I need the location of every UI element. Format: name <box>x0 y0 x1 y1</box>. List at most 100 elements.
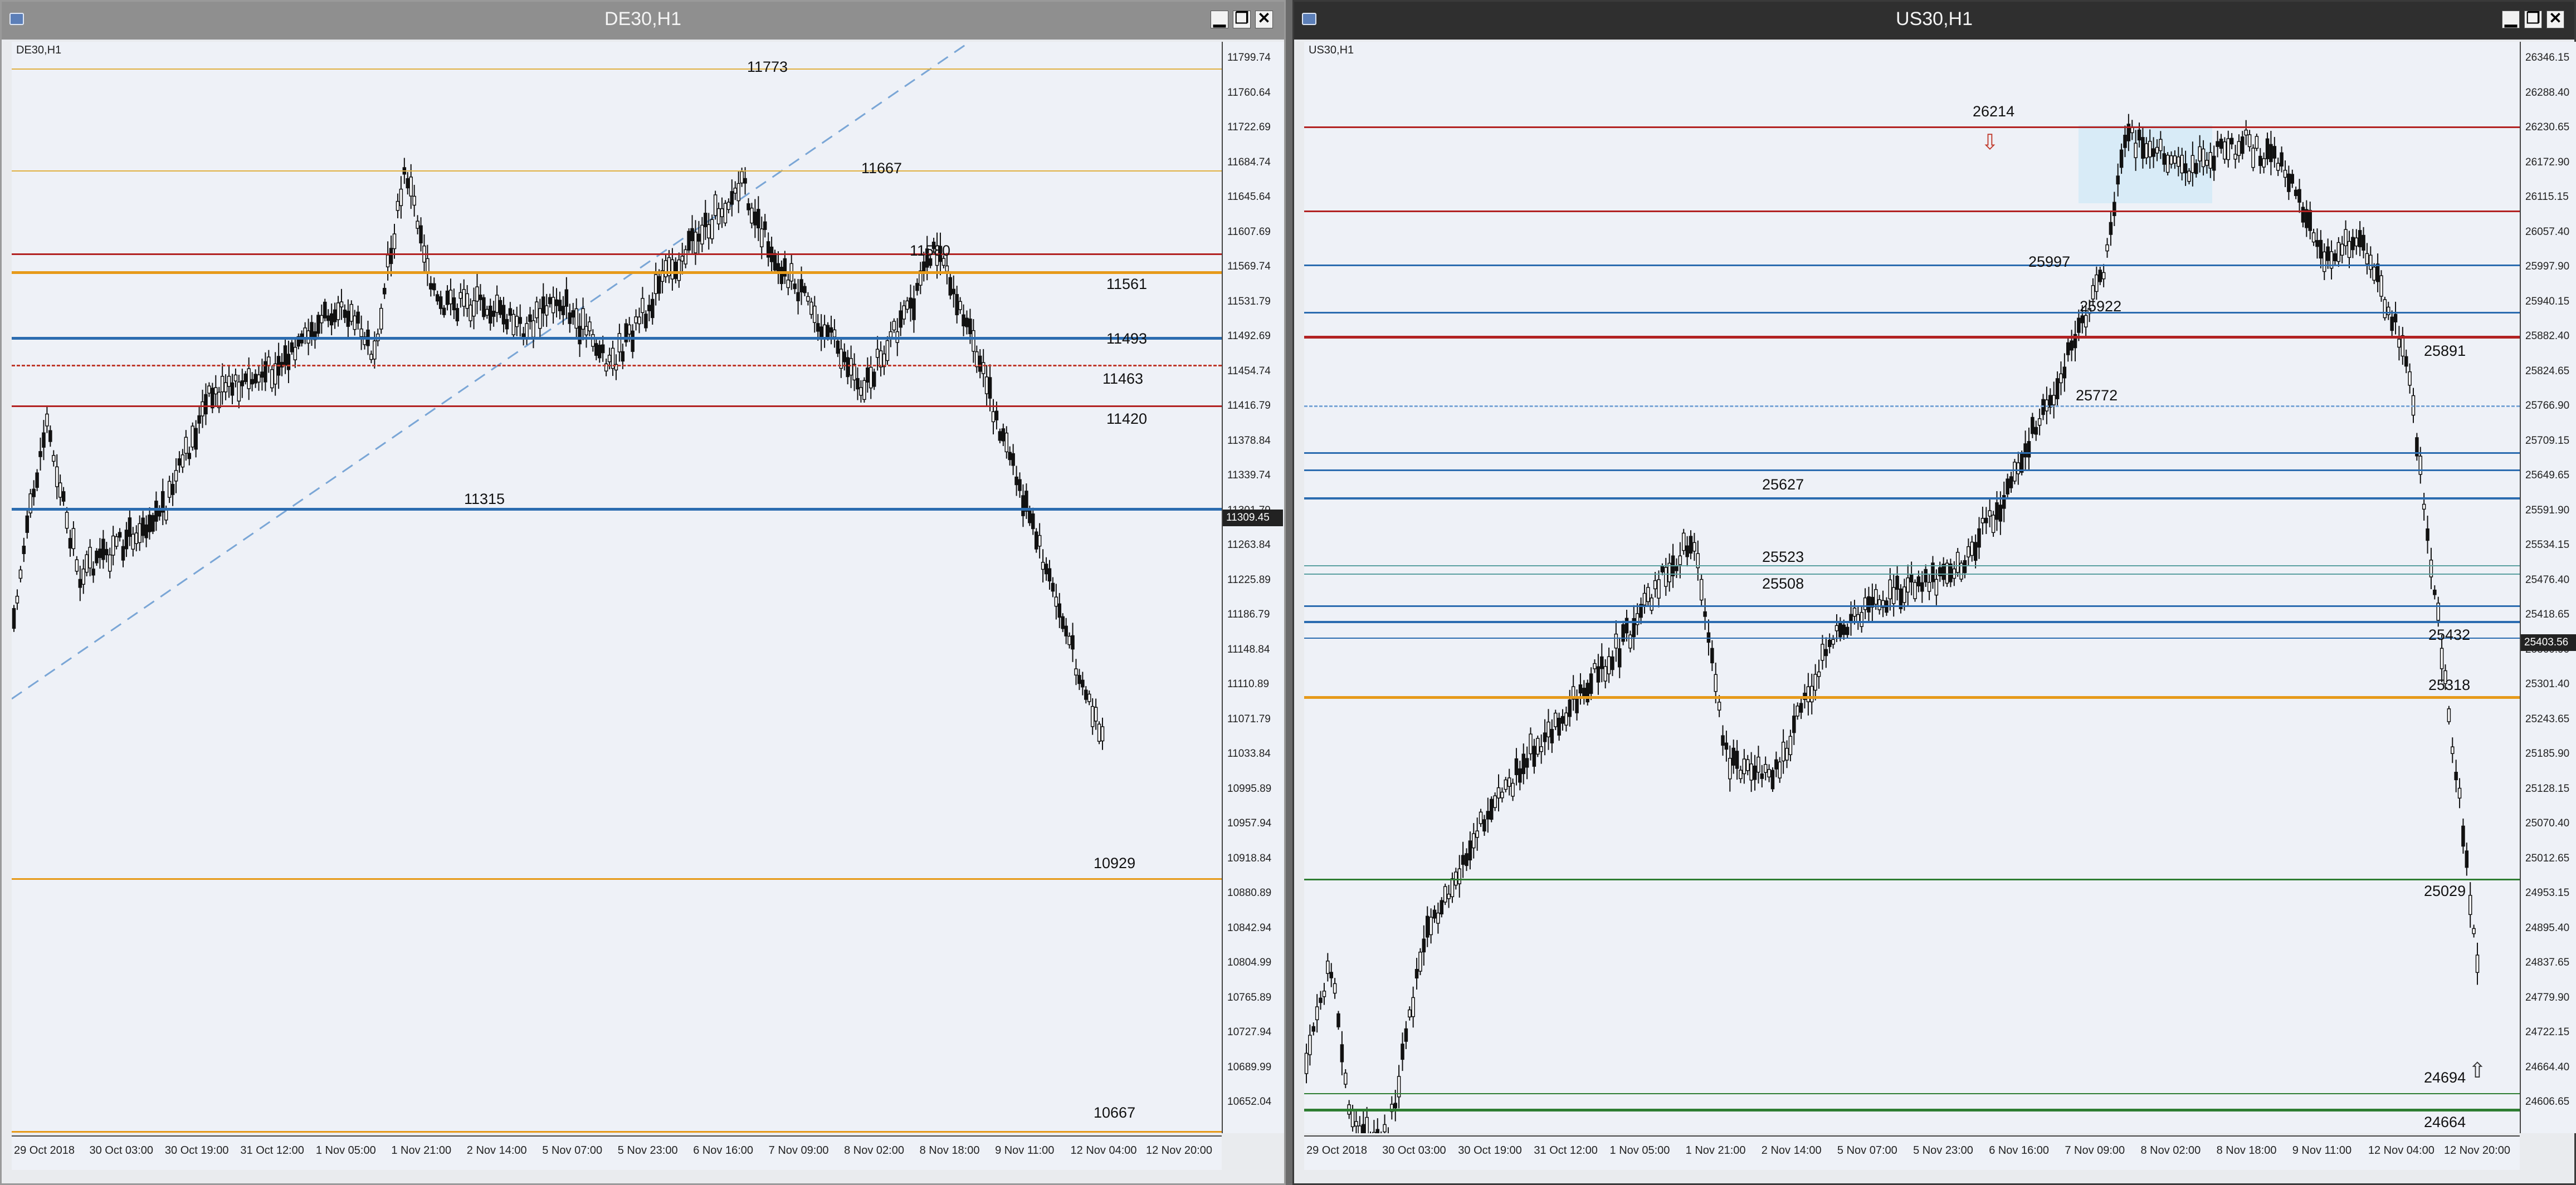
candle-body <box>945 265 949 272</box>
candle-body <box>713 194 718 216</box>
candle-body <box>813 305 817 323</box>
level-line[interactable] <box>1304 405 2520 407</box>
candle-body <box>1852 608 1857 617</box>
level-line[interactable] <box>12 405 1222 407</box>
level-label: 11463 <box>1102 370 1144 387</box>
time-axis[interactable]: 29 Oct 2018 30 Oct 03:00 30 Oct 19:00 31 Oc… <box>1304 1135 2520 1170</box>
candle-body <box>1970 541 1974 556</box>
level-line[interactable] <box>12 337 1222 340</box>
candle-body <box>2305 209 2309 228</box>
level-line[interactable] <box>1304 879 2520 880</box>
level-line[interactable] <box>1304 696 2520 699</box>
window-titlebar[interactable]: US30,H1 ▁ ❐ ✕ <box>1294 2 2574 40</box>
candle-body <box>386 254 390 268</box>
candle-body <box>922 261 926 272</box>
level-line[interactable] <box>12 170 1222 172</box>
candle-body <box>1600 656 1604 669</box>
candle-body <box>1100 726 1105 742</box>
candle-body <box>535 301 539 319</box>
price-tick-label: 11339.74 <box>1227 469 1271 481</box>
level-line[interactable] <box>1304 452 2520 454</box>
candle-body <box>283 345 287 366</box>
candle-body <box>747 203 750 210</box>
price-axis[interactable]: 11799.74 11760.64 11722.69 11684.74 11645.64… <box>1222 42 1284 1133</box>
candle-body <box>541 296 545 314</box>
candle-body <box>257 374 261 383</box>
restore-button[interactable]: ❐ <box>2524 9 2542 28</box>
level-line[interactable] <box>1304 574 2520 575</box>
level-line[interactable] <box>12 365 1222 366</box>
candle-body <box>899 310 902 328</box>
candle-body <box>2208 152 2213 169</box>
candle-body <box>243 373 247 382</box>
level-line[interactable] <box>1304 265 2520 266</box>
candle-body <box>240 380 245 386</box>
candle-body <box>1529 733 1533 755</box>
level-line[interactable] <box>1304 638 2520 639</box>
minimize-button[interactable]: ▁ <box>2502 9 2520 28</box>
candle-body <box>1440 900 1444 914</box>
candle-body <box>508 308 513 316</box>
level-line[interactable] <box>12 271 1222 274</box>
level-line[interactable] <box>1304 336 2520 339</box>
candle-body <box>98 549 102 559</box>
candle-body <box>2148 140 2152 158</box>
candle-body <box>1785 748 1789 761</box>
level-line[interactable] <box>1304 312 2520 314</box>
time-tick-label: 5 Nov 23:00 <box>617 1144 678 1157</box>
price-tick-label: 10957.94 <box>1227 817 1272 829</box>
candle-body <box>1724 742 1729 750</box>
price-tick-label: 26057.40 <box>2525 226 2570 238</box>
close-button[interactable]: ✕ <box>2546 9 2564 28</box>
candle-body <box>180 454 185 468</box>
level-line[interactable] <box>12 253 1222 255</box>
candle-body <box>1539 746 1543 752</box>
price-tick-label: 25070.40 <box>2525 817 2570 829</box>
level-line[interactable] <box>1304 565 2520 566</box>
candle-body <box>2297 189 2301 203</box>
level-line[interactable] <box>12 878 1222 880</box>
candle-body <box>1308 1035 1312 1055</box>
level-line[interactable] <box>1304 126 2520 128</box>
candle-body <box>1845 626 1850 635</box>
price-axis[interactable]: 26346.15 26288.40 26230.65 26172.90 26115.15… <box>2520 42 2576 1133</box>
time-tick-label: 5 Nov 23:00 <box>1913 1144 1973 1157</box>
level-line[interactable] <box>12 1131 1222 1133</box>
chart-window-us30[interactable]: US30,H1 ▁ ❐ ✕ US30,H1 26214 ⇩ 25997 2592… <box>1292 0 2576 1185</box>
candle-body <box>2244 129 2248 136</box>
candle-body <box>2066 342 2070 355</box>
candle-body <box>684 249 687 265</box>
minimize-button[interactable]: ▁ <box>1211 9 1228 28</box>
price-chart-area[interactable]: US30,H1 26214 ⇩ 25997 25922 25891 25772 … <box>1304 42 2520 1133</box>
price-tick-label: 25649.65 <box>2525 469 2570 481</box>
chart-window-de30[interactable]: DE30,H1 ▁ ❐ ✕ DE30,H1 11773 11667 11580 … <box>0 0 1286 1185</box>
candle-body <box>1344 1073 1348 1085</box>
level-line[interactable] <box>1304 469 2520 471</box>
restore-button[interactable]: ❐ <box>1233 9 1251 28</box>
candle-body <box>2454 771 2458 781</box>
level-line[interactable] <box>12 68 1222 70</box>
candle-body <box>286 354 291 370</box>
candle-body <box>2433 589 2437 595</box>
time-axis[interactable]: 29 Oct 2018 30 Oct 03:00 30 Oct 19:00 31 Oc… <box>12 1135 1222 1170</box>
close-button[interactable]: ✕ <box>1255 9 1273 28</box>
candle-body <box>1817 671 1821 677</box>
candle-body <box>607 355 612 363</box>
level-line[interactable] <box>1304 1109 2520 1111</box>
up-arrow-icon: ⇧ <box>2468 1059 2486 1083</box>
candle-body <box>806 296 810 302</box>
price-tick-label: 25534.15 <box>2525 539 2570 551</box>
level-line[interactable] <box>1304 210 2520 212</box>
window-titlebar[interactable]: DE30,H1 ▁ ❐ ✕ <box>2 2 1284 40</box>
candle-body <box>121 546 125 561</box>
candle-body <box>912 298 916 320</box>
level-line[interactable] <box>1304 605 2520 607</box>
price-tick-label: 11492.69 <box>1227 330 1271 342</box>
level-line[interactable] <box>1304 497 2520 500</box>
candle-body <box>706 224 711 239</box>
level-line[interactable] <box>12 508 1222 511</box>
level-line[interactable] <box>1304 621 2520 623</box>
level-line[interactable] <box>1304 1093 2520 1094</box>
price-chart-area[interactable]: DE30,H1 11773 11667 11580 11561 11493 11… <box>12 42 1222 1133</box>
candle-body <box>1927 582 1931 592</box>
